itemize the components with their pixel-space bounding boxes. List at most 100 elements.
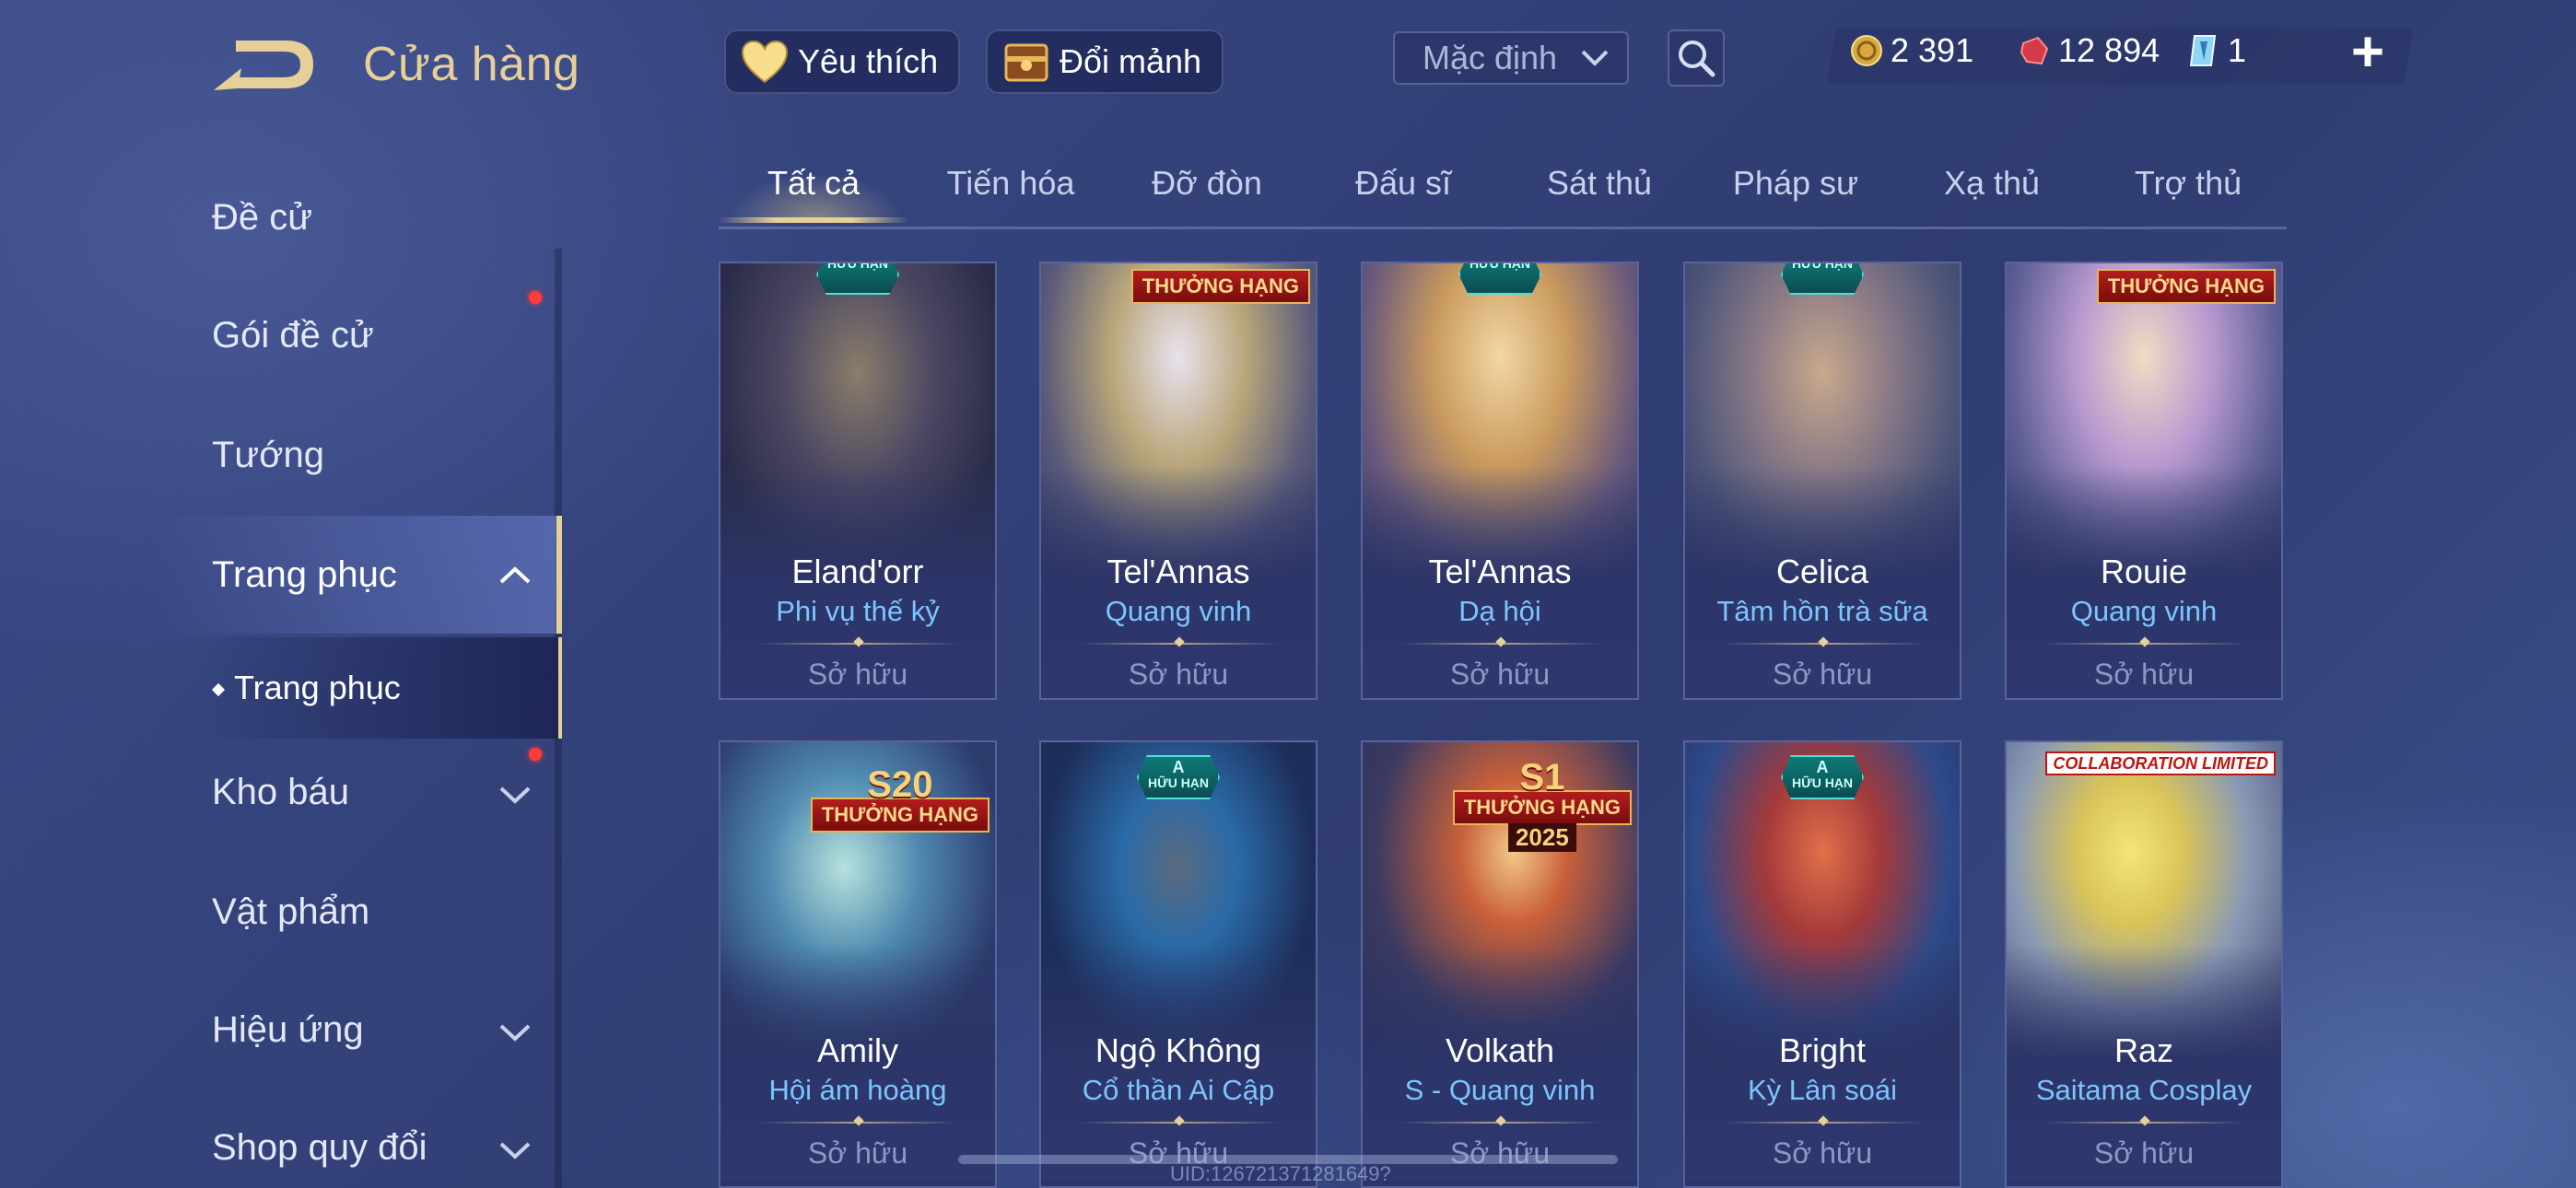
back-button[interactable] xyxy=(210,35,321,96)
favorites-label: Yêu thích xyxy=(798,42,939,80)
skin-name: S - Quang vinh xyxy=(1404,1074,1596,1106)
sort-dropdown[interactable]: Mặc định xyxy=(1393,31,1629,85)
gem-icon xyxy=(2189,35,2217,66)
voucher-currency: 12 894 xyxy=(2018,31,2160,70)
chevron-up-icon xyxy=(499,566,531,584)
chevron-down-icon xyxy=(1581,50,1609,66)
search-button[interactable] xyxy=(1668,29,1725,87)
hero-name: Amily xyxy=(817,1031,898,1069)
sidebar-item-items[interactable]: Vật phẩm xyxy=(212,891,369,933)
shard-exchange-label: Đổi mảnh xyxy=(1060,42,1202,80)
heart-icon xyxy=(741,38,789,86)
notification-dot xyxy=(529,748,542,761)
sidebar-item-heroes[interactable]: Tướng xyxy=(212,435,324,476)
skin-name: Hội ám hoàng xyxy=(768,1074,947,1106)
tab-support[interactable]: Trợ thủ xyxy=(2135,164,2242,203)
skin-name: Kỳ Lân soái xyxy=(1748,1074,1897,1106)
plus-icon: + xyxy=(2350,20,2385,84)
hero-name: Bright xyxy=(1778,1031,1867,1069)
tab-mage[interactable]: Pháp sư xyxy=(1733,164,1858,203)
tab-fighter[interactable]: Đấu sĩ xyxy=(1355,164,1451,203)
premium-badge: S1 THƯỞNG HẠNG 2025 xyxy=(1452,757,1632,852)
skin-name: Dạ hội xyxy=(1458,595,1541,627)
sidebar-subitem-skins[interactable]: Trang phục xyxy=(211,669,401,707)
hero-name: Celica xyxy=(1775,553,1869,590)
premium-badge: THƯỞNG HẠNG xyxy=(1130,269,1310,304)
limited-badge: HỮU HẠN xyxy=(1781,263,1864,295)
diamond-bullet-icon xyxy=(211,683,226,697)
chest-icon xyxy=(1002,38,1050,86)
skin-card[interactable]: HỮU HẠN Celica Tâm hồn trà sữa Sở hữu xyxy=(1683,262,1961,700)
hero-name: Ngộ Không xyxy=(1095,1031,1262,1069)
sort-value: Mặc định xyxy=(1423,39,1558,76)
owned-status: Sở hữu xyxy=(1772,1136,1873,1170)
limited-badge: A HỮU HẠN xyxy=(1781,755,1864,799)
add-currency-button[interactable]: + xyxy=(2340,24,2395,85)
premium-badge: S20 THƯỞNG HẠNG xyxy=(810,764,989,833)
skin-card[interactable]: S1 THƯỞNG HẠNG 2025 Volkath S - Quang vinh… xyxy=(1361,740,1639,1188)
chevron-down-icon xyxy=(499,786,531,804)
gem-amount: 1 xyxy=(2228,31,2247,69)
owned-status: Sở hữu xyxy=(807,1136,908,1170)
favorites-button[interactable]: Yêu thích xyxy=(724,29,961,94)
category-tabs: Tất cả Tiến hóa Đỡ đòn Đấu sĩ Sát thủ Ph… xyxy=(719,157,2287,229)
premium-badge: THƯỞNG HẠNG xyxy=(2096,269,2276,304)
hero-name: Tel'Annas xyxy=(1428,553,1572,590)
skin-card[interactable]: THƯỞNG HẠNG Tel'Annas Quang vinh Sở hữu xyxy=(1039,262,1317,700)
hero-name: Raz xyxy=(2113,1031,2174,1069)
hero-name: Tel'Annas xyxy=(1107,553,1250,590)
sidebar-item-recommended-packs[interactable]: Gói đề cử xyxy=(212,315,374,356)
back-arrow-icon xyxy=(214,41,313,90)
sidebar-subitem-label: Trang phục xyxy=(234,669,401,706)
skin-name: Saitama Cosplay xyxy=(2035,1074,2253,1106)
owned-status: Sở hữu xyxy=(1128,658,1229,691)
tab-evolution[interactable]: Tiến hóa xyxy=(947,164,1075,203)
search-icon xyxy=(1679,41,1715,77)
shard-exchange-button[interactable]: Đổi mảnh xyxy=(986,29,1224,94)
gem-currency: 1 xyxy=(2187,31,2246,70)
skin-card[interactable]: COLLABORATION LIMITED Raz Saitama Cospla… xyxy=(2005,740,2283,1188)
tab-marksman[interactable]: Xạ thủ xyxy=(1944,164,2040,203)
skin-card[interactable]: A HỮU HẠN Ngộ Không Cổ thần Ai Cập Sở hữu xyxy=(1039,740,1317,1188)
sidebar-item-skins[interactable]: Trang phục xyxy=(212,554,397,596)
voucher-icon xyxy=(2020,36,2049,65)
limited-badge: HỮU HẠN xyxy=(1458,263,1541,295)
owned-status: Sở hữu xyxy=(1772,658,1873,691)
active-tab-glow xyxy=(728,173,903,219)
owned-status: Sở hữu xyxy=(1449,658,1551,691)
gold-currency: 2 391 xyxy=(1850,31,1973,70)
chevron-down-icon xyxy=(499,1142,531,1159)
owned-status: Sở hữu xyxy=(807,658,908,691)
sidebar-item-effects[interactable]: Hiệu ứng xyxy=(212,1009,364,1051)
tab-tank[interactable]: Đỡ đòn xyxy=(1152,164,1262,203)
skin-card[interactable]: HỮU HẠN Tel'Annas Dạ hội Sở hữu xyxy=(1361,262,1639,700)
gold-amount: 2 391 xyxy=(1891,31,1974,69)
sidebar-item-exchange-shop[interactable]: Shop quy đổi xyxy=(212,1127,427,1169)
gold-coin-icon xyxy=(1851,35,1882,66)
voucher-amount: 12 894 xyxy=(2058,31,2160,69)
hero-name: Volkath xyxy=(1445,1031,1555,1069)
sidebar-item-recommended[interactable]: Đề cử xyxy=(212,197,312,239)
sidebar-item-treasure[interactable]: Kho báu xyxy=(212,772,349,813)
skin-name: Phi vụ thế kỷ xyxy=(776,595,940,627)
owned-status: Sở hữu xyxy=(1449,1136,1551,1170)
chevron-down-icon xyxy=(499,1024,531,1042)
skin-card[interactable]: THƯỞNG HẠNG Rouie Quang vinh Sở hữu xyxy=(2005,262,2283,700)
uid-watermark: UID:126721371281649? xyxy=(1170,1162,1391,1185)
limited-badge: HỮU HẠN xyxy=(816,263,899,295)
hero-name: Eland'orr xyxy=(791,553,924,590)
active-tab-underline xyxy=(719,217,908,223)
notification-dot xyxy=(529,291,542,304)
skin-name: Cổ thần Ai Cập xyxy=(1082,1074,1275,1106)
skin-name: Quang vinh xyxy=(2070,595,2218,627)
skin-card[interactable]: A HỮU HẠN Bright Kỳ Lân soái Sở hữu xyxy=(1683,740,1961,1188)
skin-card[interactable]: HỮU HẠN Eland'orr Phi vụ thế kỷ Sở hữu xyxy=(719,262,997,700)
collaboration-badge: COLLABORATION LIMITED xyxy=(2045,751,2276,775)
skin-card[interactable]: S20 THƯỞNG HẠNG Amily Hội ám hoàng Sở hữu xyxy=(719,740,997,1188)
owned-status: Sở hữu xyxy=(2093,1136,2195,1170)
skin-name: Tâm hồn trà sữa xyxy=(1716,595,1928,627)
owned-status: Sở hữu xyxy=(2093,658,2195,691)
tab-assassin[interactable]: Sát thủ xyxy=(1547,164,1652,203)
hero-name: Rouie xyxy=(2100,553,2188,590)
skin-name: Quang vinh xyxy=(1105,595,1252,627)
